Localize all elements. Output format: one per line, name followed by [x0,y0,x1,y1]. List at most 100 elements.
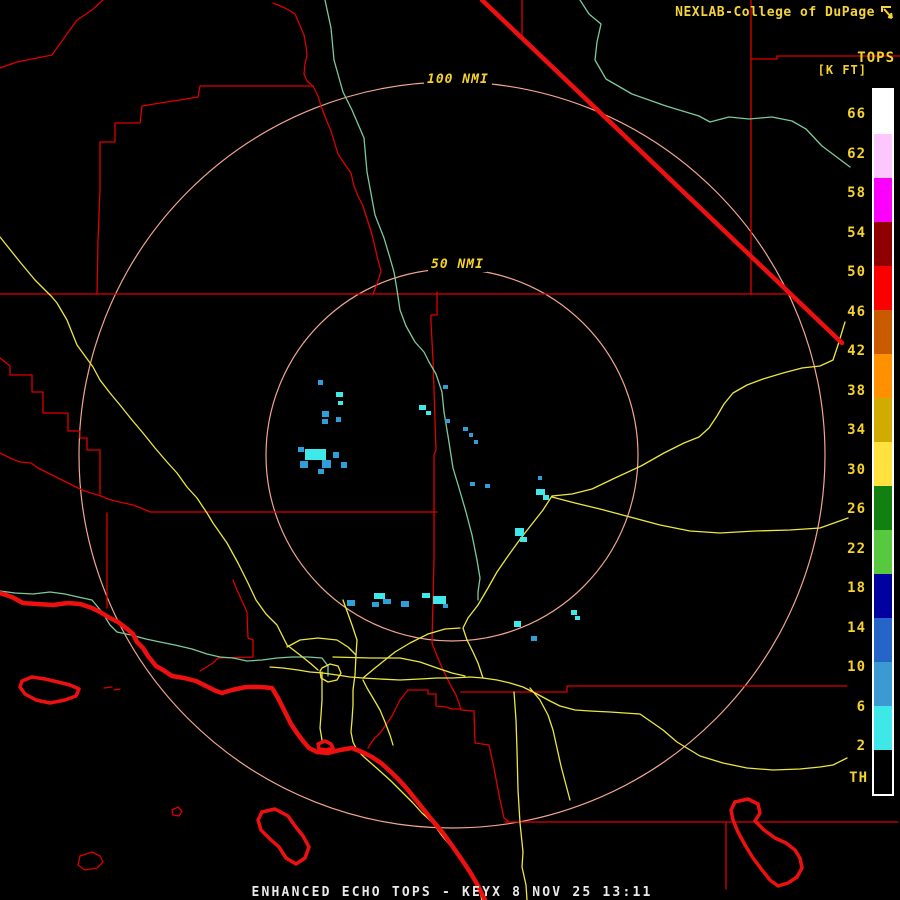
colorbar-band [874,486,892,530]
colorbar-band [874,266,892,310]
colorbar-band [874,750,892,794]
county-boundary-line [431,292,509,822]
colorbar-tick-label: 62 [826,146,866,162]
colorbar-band [874,90,892,134]
colorbar-tick-label: 34 [826,422,866,438]
range-ring-100nmi [79,82,825,828]
island-outline [318,741,333,750]
radar-echo-cell [333,452,339,458]
major-highway-line [482,0,842,343]
radar-echo-cell [536,489,545,495]
colorbar-band [874,530,892,574]
highway-line [320,672,322,740]
colorbar-tick-label: 42 [826,343,866,359]
island-outline-thin [104,687,112,688]
radar-echo-cell [322,460,331,468]
radar-echo-cell [322,419,328,424]
radar-echo-cell [336,417,341,422]
colorbar [872,88,894,796]
radar-echo-cell [470,482,475,486]
colorbar-band [874,354,892,398]
range-ring-label-100nmi: 100 NMI [424,73,492,87]
colorbar-band [874,706,892,750]
island-outline-thin [114,689,120,690]
highway-line [463,496,552,678]
radar-echo-cell [485,484,490,488]
colorbar-tick-label: 18 [826,580,866,596]
island-outline [731,799,802,886]
radar-echo-cell [374,593,385,599]
colorbar-band [874,178,892,222]
radar-echo-cell [419,405,426,410]
radar-echo-cell [347,600,355,606]
colorbar-tick-label: 50 [826,264,866,280]
radar-echo-cell [372,602,379,607]
colorbar-tick-label: 58 [826,185,866,201]
radar-echo-cell [520,537,527,542]
radar-echo-cell [433,596,446,604]
radar-echo-cell [543,495,549,500]
colorbar-tick-label: 26 [826,501,866,517]
radar-echo-cell [445,419,450,423]
island-outline [20,677,79,703]
radar-echo-cell [515,528,524,536]
radar-echo-cell [338,401,343,405]
radar-echo-cell [575,616,580,620]
radar-echo-cell [383,599,391,604]
highway-line [552,322,845,496]
colorbar-band [874,398,892,442]
radar-display: NEXLAB-College of DuPage TOPS [K FT] 666… [0,0,900,900]
radar-echo-cell [422,593,430,598]
radar-echo-cell [514,621,521,627]
radar-echo-cell [426,411,431,415]
county-boundary-line [0,0,103,68]
colorbar-tick-label: 46 [826,304,866,320]
county-boundary-line [97,86,313,293]
product-caption: ENHANCED ECHO TOPS - KEYX 8 NOV 25 13:11 [251,885,652,900]
range-ring-label-50nmi: 50 NMI [428,258,487,272]
radar-echo-cell [336,392,343,397]
colorbar-band [874,310,892,354]
highway-line [530,688,570,800]
radar-echo-cell [401,601,409,607]
colorbar-band [874,442,892,486]
colorbar-tick-label: 22 [826,541,866,557]
radar-echo-cell [443,385,448,389]
colorbar-band [874,662,892,706]
county-boundary-line [0,453,150,512]
colorbar-tick-label: 2 [826,738,866,754]
colorbar-tick-label: 14 [826,620,866,636]
river-line [580,0,850,167]
colorbar-band [874,134,892,178]
radar-echo-cell [571,610,577,615]
radar-echo-cell [322,411,329,417]
colorbar-tick-label: 30 [826,462,866,478]
radar-echo-cell [318,380,323,385]
radar-echo-cell [298,447,304,452]
county-boundary-line [408,690,461,709]
radar-echo-cell [463,427,468,431]
colorbar-tick-label: 54 [826,225,866,241]
page-title: NEXLAB-College of DuPage [675,5,875,20]
radar-echo-cell [300,461,308,468]
radar-echo-cell [538,476,542,480]
island-outline-thin [78,852,103,870]
colorbar-tick-label: 6 [826,699,866,715]
highway-line [514,692,527,900]
colorbar-tick-label: 66 [826,106,866,122]
title-bar: NEXLAB-College of DuPage [675,5,894,20]
colorbar-band [874,618,892,662]
island-outline [258,809,309,864]
county-boundary-line [461,686,847,692]
colorbar-tick-label: 10 [826,659,866,675]
radar-echo-cell [531,636,537,641]
colorbar-band [874,222,892,266]
radar-echo-cell [443,604,448,608]
radar-echo-cell [474,440,478,444]
colorbar-units: [K FT] [818,63,867,77]
major-highway-line [0,593,485,900]
highway-line [552,497,848,533]
cod-logo-icon [880,5,894,20]
radar-echo-cell [305,449,326,460]
colorbar-band [874,574,892,618]
